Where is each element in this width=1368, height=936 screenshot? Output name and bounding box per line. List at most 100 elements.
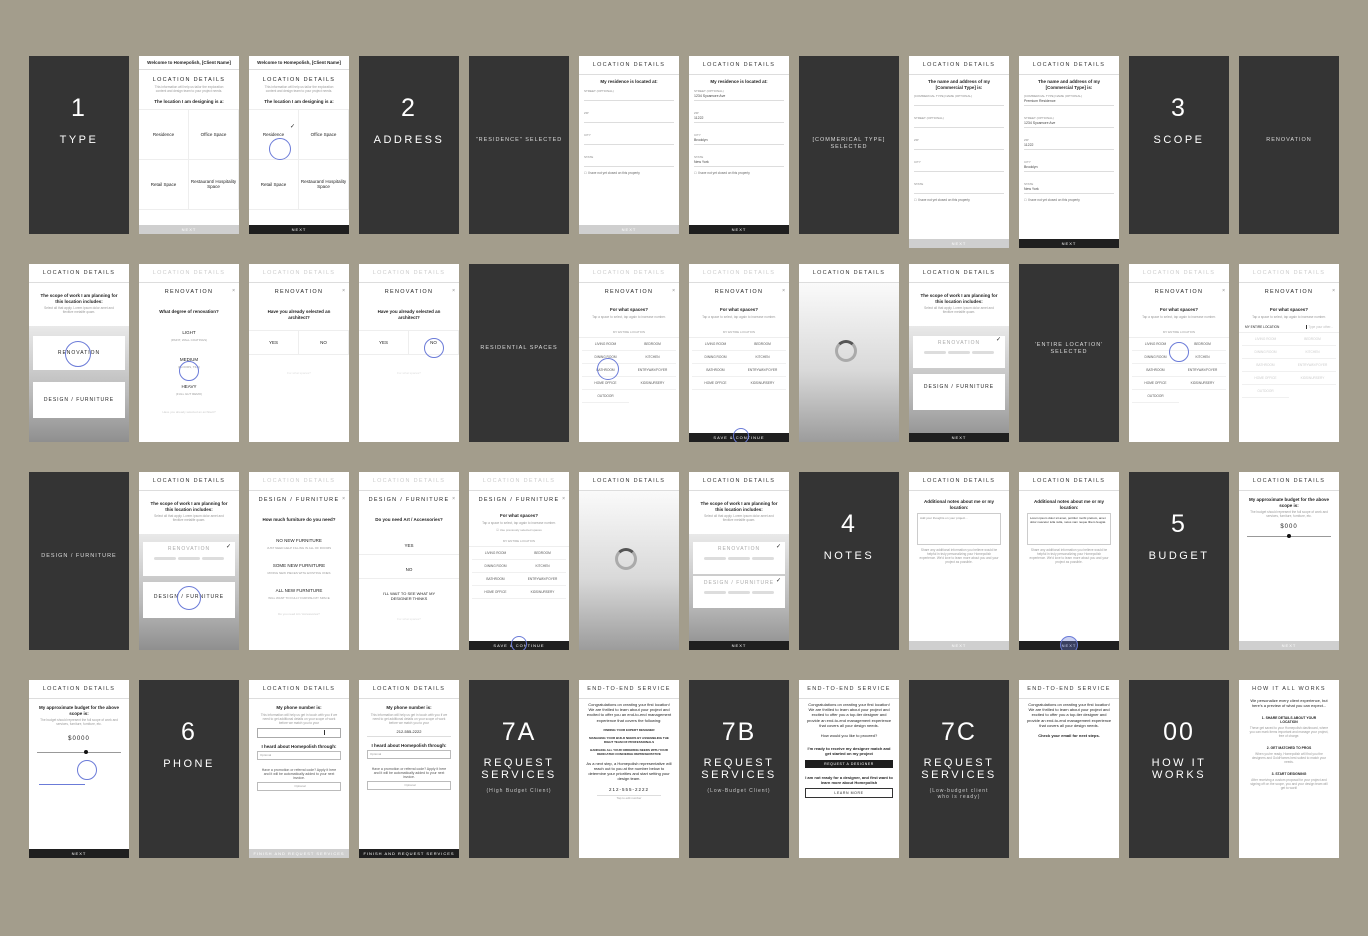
space-kids-nursery[interactable]: KIDS/NURSERY	[739, 377, 786, 390]
no-option[interactable]: NO	[299, 331, 349, 355]
space-entryway[interactable]: ENTRYWAY/FOYER	[739, 364, 786, 377]
business-name-input[interactable]: Premium Residence	[1024, 98, 1114, 106]
space-living-room[interactable]: LIVING ROOM	[692, 338, 739, 351]
close-icon[interactable]: ×	[342, 496, 345, 502]
yes-option[interactable]: YES	[249, 331, 299, 355]
space-kitchen[interactable]: KITCHEN	[739, 351, 786, 364]
space-entryway[interactable]: ENTRYWAY/FOYER	[629, 364, 676, 377]
space-bathroom[interactable]: BATHROOM	[1242, 359, 1289, 372]
next-button[interactable]: NEXT	[249, 225, 349, 234]
light-option[interactable]: LIGHT	[139, 327, 239, 338]
space-kids-nursery[interactable]: KIDS/NURSERY	[519, 586, 566, 599]
entire-location-option[interactable]: MY ENTIRE LOCATION	[1245, 325, 1279, 329]
state-input[interactable]: New York	[1024, 186, 1114, 194]
space-entryway[interactable]: ENTRYWAY/FOYER	[1179, 364, 1226, 377]
budget-slider[interactable]	[1247, 534, 1331, 538]
space-outdoor[interactable]: OUTDOOR	[1132, 390, 1179, 403]
state-input[interactable]: New York	[694, 159, 784, 167]
next-button[interactable]: NEXT	[139, 225, 239, 234]
street-input[interactable]	[914, 120, 1004, 128]
finish-button[interactable]: FINISH AND REQUEST SERVICES	[359, 849, 459, 858]
space-kids-nursery[interactable]: KIDS/NURSERY	[1289, 372, 1336, 385]
space-bathroom[interactable]: BATHROOM	[472, 573, 519, 586]
renovation-option[interactable]: RENOVATION	[143, 542, 235, 576]
zip-input[interactable]	[584, 115, 674, 123]
edit-number-link[interactable]: Tap to edit number	[579, 796, 679, 800]
space-kitchen[interactable]: KITCHEN	[629, 351, 676, 364]
city-input[interactable]	[914, 164, 1004, 172]
all-new-furniture-option[interactable]: ALL NEW FURNITURE	[249, 585, 349, 596]
space-living-room[interactable]: LIVING ROOM	[582, 338, 629, 351]
renovation-option[interactable]: RENOVATION	[693, 542, 785, 574]
space-bathroom[interactable]: BATHROOM	[1132, 364, 1179, 377]
business-name-input[interactable]	[914, 98, 1004, 106]
street-input[interactable]	[584, 93, 674, 101]
renovation-option[interactable]: RENOVATION	[913, 336, 1005, 368]
street-input[interactable]: 1234 Sycamore Ave	[1024, 120, 1114, 128]
next-button[interactable]: NEXT	[579, 225, 679, 234]
budget-slider[interactable]	[37, 750, 121, 754]
space-living-room[interactable]: LIVING ROOM	[1242, 333, 1289, 346]
space-entryway[interactable]: ENTRYWAY/FOYER	[519, 573, 566, 586]
type-office[interactable]: Office Space	[299, 109, 349, 160]
no-option[interactable]: NO	[359, 561, 459, 579]
space-outdoor[interactable]: OUTDOOR	[1242, 385, 1289, 398]
space-kitchen[interactable]: KITCHEN	[1289, 346, 1336, 359]
next-button[interactable]: NEXT	[1239, 641, 1339, 650]
type-residence[interactable]: Residence	[139, 109, 189, 160]
close-icon[interactable]: ×	[1222, 288, 1225, 294]
space-living-room[interactable]: LIVING ROOM	[472, 547, 519, 560]
use-previous-checkbox[interactable]: ☑ Use previously selected spaces	[469, 528, 569, 532]
type-restaurant[interactable]: Restaurant/ Hospitality Space	[189, 159, 239, 210]
type-retail[interactable]: Retail Space	[249, 159, 299, 210]
city-input[interactable]: Brooklyn	[1024, 164, 1114, 172]
next-button[interactable]: NEXT	[29, 849, 129, 858]
no-new-furniture-option[interactable]: NO NEW FURNITURE	[249, 535, 349, 546]
close-icon[interactable]: ×	[342, 288, 345, 294]
space-kids-nursery[interactable]: KIDS/NURSERY	[1179, 377, 1226, 390]
yes-option[interactable]: YES	[359, 537, 459, 555]
rep-phone[interactable]: 212-555-2222	[597, 784, 661, 796]
heard-about-select[interactable]: Optional	[257, 751, 341, 760]
promo-input[interactable]: Optional	[367, 781, 451, 790]
space-kitchen[interactable]: KITCHEN	[519, 560, 566, 573]
space-outdoor[interactable]: OUTDOOR	[582, 390, 629, 403]
zip-input[interactable]	[914, 142, 1004, 150]
close-icon[interactable]: ×	[782, 288, 785, 294]
space-bathroom[interactable]: BATHROOM	[692, 364, 739, 377]
design-furniture-option[interactable]: DESIGN / FURNITURE	[913, 374, 1005, 410]
phone-input[interactable]	[257, 727, 341, 738]
entire-location-option[interactable]: MY ENTIRE LOCATION	[469, 536, 569, 547]
next-button[interactable]: NEXT	[909, 433, 1009, 442]
space-bedroom[interactable]: BEDROOM	[1289, 333, 1336, 346]
close-icon[interactable]: ×	[452, 288, 455, 294]
space-home-office[interactable]: HOME OFFICE	[692, 377, 739, 390]
state-input[interactable]	[914, 186, 1004, 194]
next-button[interactable]: NEXT	[909, 641, 1009, 650]
notes-textarea[interactable]: Lorem ipsum dolor sit amet, porttitor mo…	[1027, 513, 1111, 545]
not-closed-checkbox[interactable]: ☐ I have not yet closed on this property	[689, 167, 789, 179]
heavy-option[interactable]: HEAVY	[139, 381, 239, 392]
close-icon[interactable]: ×	[672, 288, 675, 294]
slider-handle[interactable]	[84, 750, 88, 754]
next-button[interactable]: NEXT	[1019, 239, 1119, 248]
type-retail[interactable]: Retail Space	[139, 159, 189, 210]
close-icon[interactable]: ×	[1332, 288, 1335, 294]
next-button[interactable]: NEXT	[689, 225, 789, 234]
other-space-input[interactable]: Type your other...	[1306, 324, 1333, 329]
space-home-office[interactable]: HOME OFFICE	[1132, 377, 1179, 390]
not-closed-checkbox[interactable]: ☐ I have not yet closed on this property	[909, 194, 1009, 206]
next-button[interactable]: NEXT	[689, 641, 789, 650]
wait-option[interactable]: I'LL WAIT TO SEE WHAT MY DESIGNER THINKS	[359, 585, 459, 607]
promo-input[interactable]: Optional	[257, 782, 341, 791]
slider-handle[interactable]	[1287, 534, 1291, 538]
type-restaurant[interactable]: Restaurant/ Hospitality Space	[299, 159, 349, 210]
entire-location-option[interactable]: MY ENTIRE LOCATION	[689, 327, 789, 338]
design-furniture-option[interactable]: DESIGN / FURNITURE	[693, 576, 785, 608]
space-dining-room[interactable]: DINING ROOM	[472, 560, 519, 573]
zip-input[interactable]: 11222	[694, 115, 784, 123]
phone-input[interactable]: 212-555-2222	[367, 728, 451, 737]
heard-about-select[interactable]: Optional	[367, 750, 451, 759]
zip-input[interactable]: 11222	[1024, 142, 1114, 150]
space-home-office[interactable]: HOME OFFICE	[472, 586, 519, 599]
